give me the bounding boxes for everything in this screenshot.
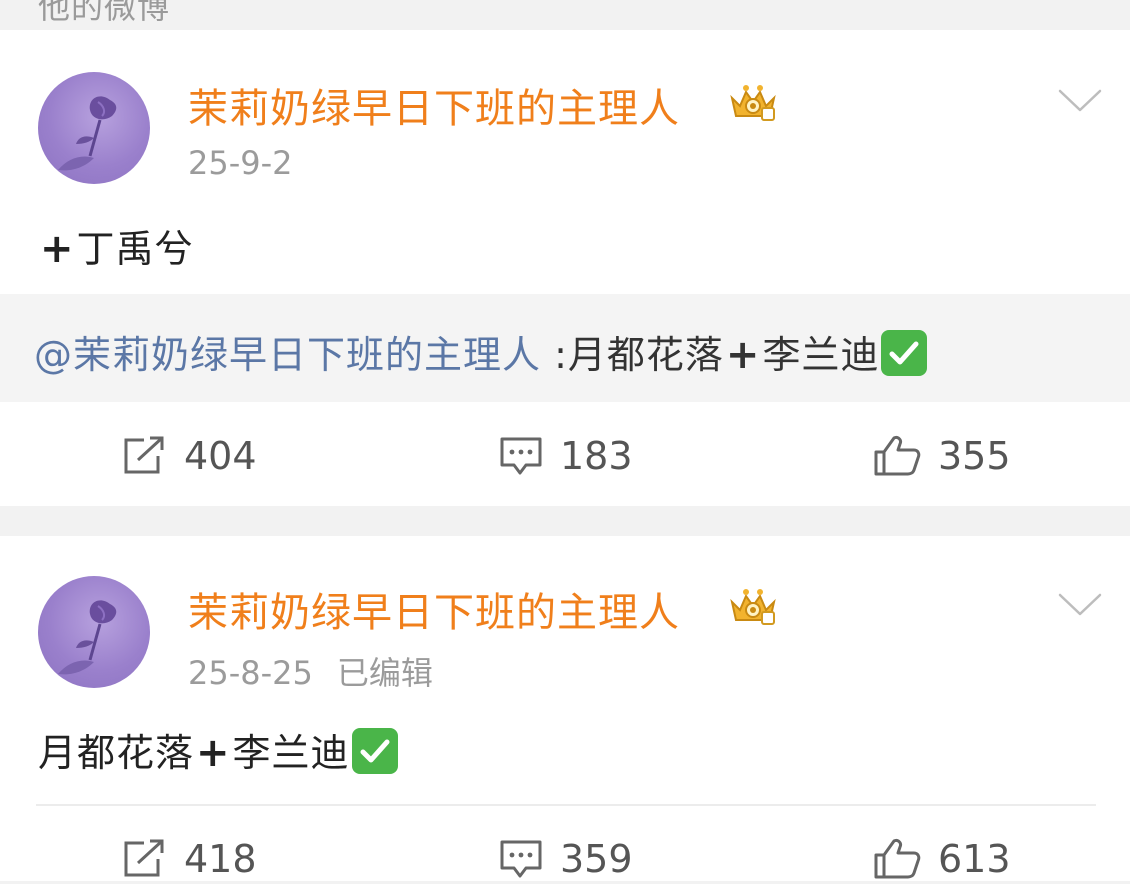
section-header-label: 他的微博: [38, 0, 171, 26]
repost-text-after: 李兰迪: [762, 333, 880, 377]
vip-crown-badge-icon: [726, 584, 780, 628]
repost-text-before: 月都花落: [567, 333, 724, 377]
comment-count: 183: [560, 434, 633, 478]
post-text: +丁禹兮: [38, 218, 194, 273]
divider: [36, 804, 1096, 806]
chevron-down-icon[interactable]: [1058, 88, 1102, 114]
post-text-after: 李兰迪: [232, 731, 350, 775]
section-header: 他的微博: [0, 0, 1130, 30]
post-text-before: 月都花落: [38, 731, 195, 775]
post-date: 25-9-2: [188, 144, 293, 182]
comment-icon: [500, 437, 542, 475]
rose-avatar-icon: [58, 96, 117, 171]
post-meta: 25-8-25 已编辑: [188, 648, 433, 694]
repost-button[interactable]: 404: [122, 431, 257, 481]
check-mark-emoji-icon: [881, 330, 928, 376]
repost-content: @茉莉奶绿早日下班的主理人 :月都花落+李兰迪: [34, 324, 928, 379]
chevron-down-icon[interactable]: [1058, 592, 1102, 618]
username[interactable]: 茉莉奶绿早日下班的主理人: [188, 76, 680, 134]
edited-label: 已编辑: [336, 654, 433, 692]
like-count: 355: [938, 434, 1011, 478]
repost-separator: :: [541, 333, 568, 377]
comment-button[interactable]: 183: [498, 431, 633, 481]
post-card[interactable]: 茉莉奶绿早日下班的主理人 25-9-2 +丁禹兮 @茉莉奶绿早日下班的主理人 :…: [0, 30, 1130, 506]
username[interactable]: 茉莉奶绿早日下班的主理人: [188, 580, 680, 638]
like-count: 613: [938, 837, 1011, 881]
post-date: 25-8-25: [188, 654, 313, 692]
post-card[interactable]: 茉莉奶绿早日下班的主理人 25-8-25 已编辑 月都花落+李兰迪 418 35…: [0, 536, 1130, 881]
rose-avatar-icon: [58, 600, 117, 675]
post-meta: 25-9-2: [188, 144, 293, 182]
repost-count: 418: [184, 837, 257, 881]
repost-box[interactable]: @茉莉奶绿早日下班的主理人 :月都花落+李兰迪: [0, 294, 1130, 402]
avatar[interactable]: [38, 72, 150, 184]
mention-link[interactable]: @茉莉奶绿早日下班的主理人: [34, 333, 541, 377]
like-icon: [874, 436, 921, 476]
repost-icon: [124, 839, 164, 877]
repost-icon: [124, 436, 164, 474]
comment-count: 359: [560, 837, 633, 881]
like-button[interactable]: 613: [872, 834, 1011, 884]
like-button[interactable]: 355: [872, 431, 1011, 481]
repost-button[interactable]: 418: [122, 834, 257, 884]
comment-icon: [500, 840, 542, 878]
plus-glyph: +: [196, 730, 231, 776]
like-icon: [874, 839, 921, 879]
avatar[interactable]: [38, 576, 150, 688]
vip-crown-badge-icon: [726, 80, 780, 124]
post-text: 月都花落+李兰迪: [38, 722, 398, 777]
repost-count: 404: [184, 434, 257, 478]
plus-glyph: +: [40, 226, 75, 272]
comment-button[interactable]: 359: [498, 834, 633, 884]
check-mark-emoji-icon: [351, 728, 398, 774]
plus-glyph: +: [725, 332, 761, 378]
post-text-body: 丁禹兮: [76, 227, 194, 271]
